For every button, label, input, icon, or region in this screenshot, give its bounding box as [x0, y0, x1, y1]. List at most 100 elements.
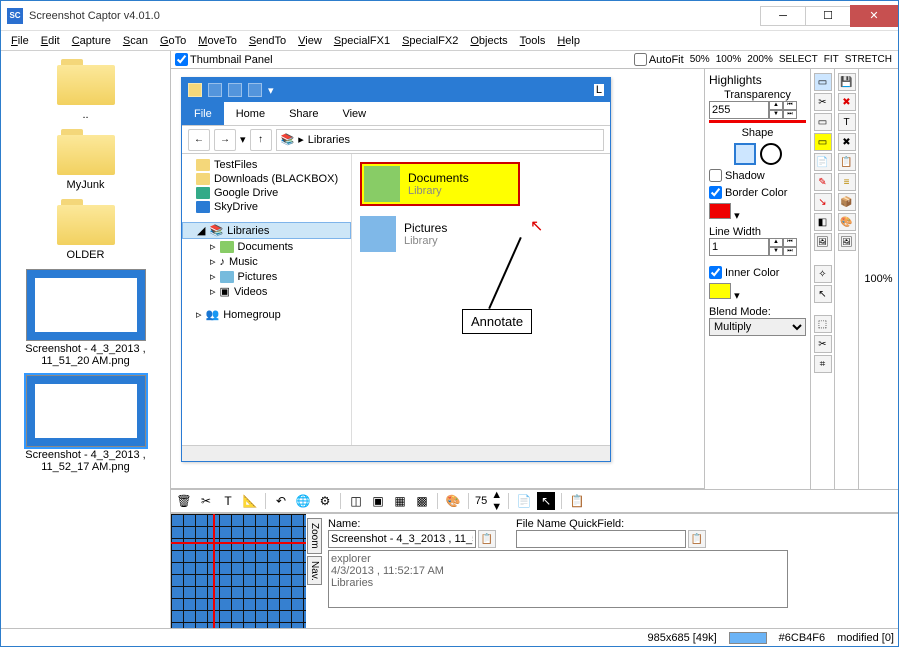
border-icon[interactable]: ◫: [347, 492, 365, 510]
maximize-button[interactable]: ☐: [805, 6, 851, 26]
scrollbar[interactable]: [182, 445, 610, 461]
menu-objects[interactable]: Objects: [464, 35, 513, 47]
zoom-SELECT[interactable]: SELECT: [777, 54, 820, 65]
tool-hilite[interactable]: ▭: [814, 133, 832, 151]
tree-downloads[interactable]: Downloads (BLACKBOX): [182, 172, 351, 186]
zoom-100[interactable]: 100%: [714, 54, 744, 65]
quickfield-input[interactable]: [516, 530, 686, 548]
scissors-icon[interactable]: ✂: [197, 492, 215, 510]
file-icon[interactable]: 📄: [515, 492, 533, 510]
tree-documents[interactable]: ▹Documents: [182, 239, 351, 254]
zoom-navigator[interactable]: Zoom Nav.: [171, 514, 306, 628]
tool-trim[interactable]: ✂: [814, 335, 832, 353]
tool-stack[interactable]: ≡: [838, 173, 856, 191]
annotate-callout[interactable]: Annotate: [462, 309, 532, 334]
tool-lasso[interactable]: ✧: [814, 265, 832, 283]
thumb-myjunk[interactable]: MyJunk: [5, 129, 166, 191]
tool-color[interactable]: 🎨: [838, 213, 856, 231]
menu-specialfx2[interactable]: SpecialFX2: [396, 35, 464, 47]
menu-help[interactable]: Help: [551, 35, 586, 47]
tool-marquee[interactable]: ⬚: [814, 315, 832, 333]
tree-skydrive[interactable]: SkyDrive: [182, 200, 351, 214]
tree-googledrive[interactable]: Google Drive: [182, 186, 351, 200]
border-color-checkbox[interactable]: Border Color: [709, 186, 806, 199]
tool-x[interactable]: ✖: [838, 93, 856, 111]
library-documents[interactable]: DocumentsLibrary: [360, 162, 520, 206]
thumb-shot1[interactable]: Screenshot - 4_3_2013 , 11_51_20 AM.png: [5, 269, 166, 367]
cursor-icon[interactable]: ↖: [537, 492, 555, 510]
thumbnail-panel-checkbox[interactable]: Thumbnail Panel: [175, 53, 273, 66]
gear-icon[interactable]: ⚙: [316, 492, 334, 510]
tool-rect[interactable]: ▭: [814, 113, 832, 131]
thumb-older[interactable]: OLDER: [5, 199, 166, 261]
back-button[interactable]: ←: [188, 129, 210, 151]
menu-goto[interactable]: GoTo: [154, 35, 192, 47]
menu-sendto[interactable]: SendTo: [243, 35, 292, 47]
quick-action-icon[interactable]: 📋: [688, 530, 706, 548]
border2-icon[interactable]: ▣: [369, 492, 387, 510]
zoom-FIT[interactable]: FIT: [822, 54, 841, 65]
tool-arrow[interactable]: ↘: [814, 193, 832, 211]
tool-copy[interactable]: 📋: [838, 153, 856, 171]
copy2-icon[interactable]: 📋: [568, 492, 586, 510]
menu-moveto[interactable]: MoveTo: [192, 35, 243, 47]
thumb-up[interactable]: ..: [5, 59, 166, 121]
menu-file[interactable]: File: [5, 35, 35, 47]
tool-select[interactable]: ▭: [814, 73, 832, 91]
tab-home[interactable]: Home: [224, 102, 277, 125]
menu-view[interactable]: View: [292, 35, 328, 47]
last-button[interactable]: ⏭: [783, 110, 797, 119]
palette-icon[interactable]: 🎨: [444, 492, 462, 510]
spin-up[interactable]: ▲: [491, 489, 502, 501]
dropdown-icon[interactable]: ▾: [734, 210, 740, 222]
spin-up[interactable]: ▲: [769, 101, 783, 110]
shadow-checkbox[interactable]: Shadow: [709, 169, 806, 182]
name-input[interactable]: [328, 530, 476, 548]
nav-tab[interactable]: Nav.: [307, 556, 322, 586]
tool-pointer[interactable]: ↖: [814, 285, 832, 303]
zoom-200[interactable]: 200%: [745, 54, 775, 65]
spin-down[interactable]: ▼: [491, 501, 502, 513]
first-button[interactable]: ⏮: [783, 101, 797, 110]
border-color-swatch[interactable]: [709, 203, 731, 219]
trash-icon[interactable]: 🗑: [175, 492, 193, 510]
forward-button[interactable]: →: [214, 129, 236, 151]
border4-icon[interactable]: ▩: [413, 492, 431, 510]
close-button[interactable]: ✕: [850, 5, 898, 27]
up-button[interactable]: ↑: [250, 129, 272, 151]
line-width-input[interactable]: [709, 238, 769, 256]
shape-circle[interactable]: [760, 143, 782, 165]
thumb-shot2[interactable]: Screenshot - 4_3_2013 , 11_52_17 AM.png: [5, 375, 166, 473]
tree-homegroup[interactable]: ▹👥Homegroup: [182, 307, 351, 322]
tool-crop2[interactable]: ⌗: [814, 355, 832, 373]
tool-text[interactable]: 📄: [814, 153, 832, 171]
tab-file[interactable]: File: [182, 102, 224, 125]
tree-pictures[interactable]: ▹Pictures: [182, 269, 351, 284]
save-icon[interactable]: 💾: [838, 73, 856, 91]
tree-libraries[interactable]: ◢📚Libraries: [182, 222, 351, 239]
tree-music[interactable]: ▹♪Music: [182, 254, 351, 269]
canvas[interactable]: ▾ L File Home Share View ← → ▾ ↑: [171, 69, 704, 489]
shape-square[interactable]: [734, 143, 756, 165]
chevron-down-icon[interactable]: ▾: [240, 133, 246, 146]
transparency-input[interactable]: [709, 101, 769, 119]
spin-down[interactable]: ▼: [769, 110, 783, 119]
undo-icon[interactable]: ↶: [272, 492, 290, 510]
tree-testfiles[interactable]: TestFiles: [182, 158, 351, 172]
menu-scan[interactable]: Scan: [117, 35, 154, 47]
ruler-icon[interactable]: 📐: [241, 492, 259, 510]
memo-textarea[interactable]: [328, 550, 788, 608]
name-action-icon[interactable]: 📋: [478, 530, 496, 548]
border3-icon[interactable]: ▦: [391, 492, 409, 510]
tool-image[interactable]: 🖼: [814, 233, 832, 251]
tab-share[interactable]: Share: [277, 102, 330, 125]
inner-color-swatch[interactable]: [709, 283, 731, 299]
menu-edit[interactable]: Edit: [35, 35, 66, 47]
tool-pencil[interactable]: ✎: [814, 173, 832, 191]
tool-img2[interactable]: 🖼: [838, 233, 856, 251]
menu-capture[interactable]: Capture: [66, 35, 117, 47]
menu-specialfx1[interactable]: SpecialFX1: [328, 35, 396, 47]
tool-del[interactable]: ✖: [838, 133, 856, 151]
blend-select[interactable]: Multiply: [709, 318, 806, 336]
tool-t[interactable]: T: [838, 113, 856, 131]
